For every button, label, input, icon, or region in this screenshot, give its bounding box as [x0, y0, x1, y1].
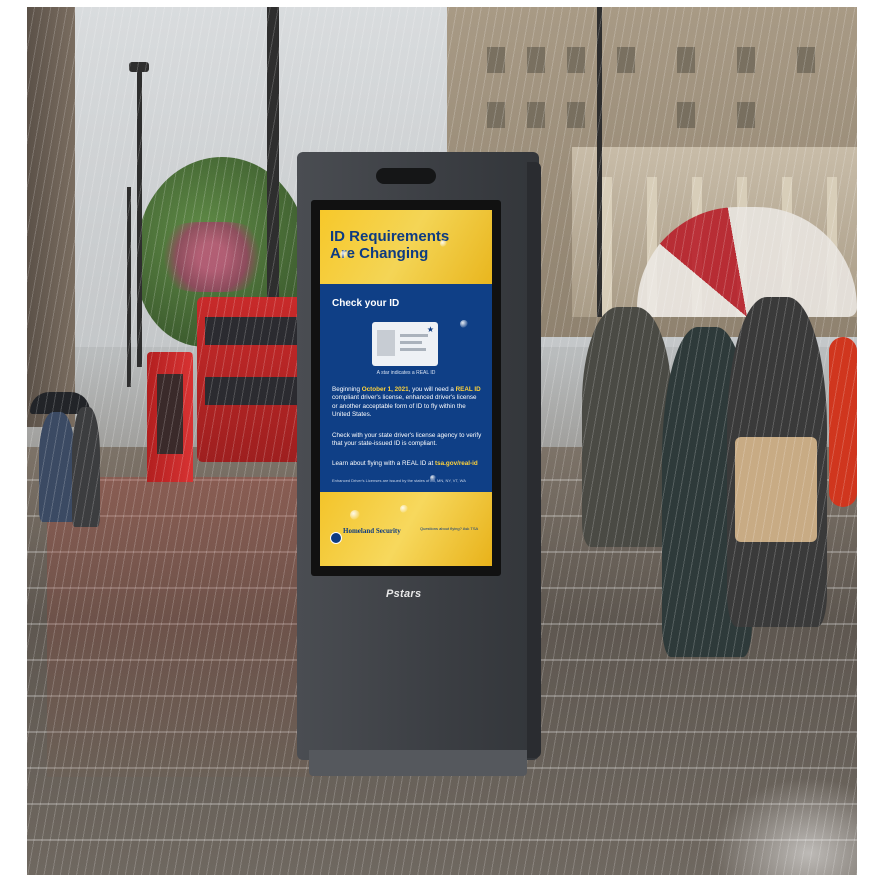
street-lamp [129, 62, 149, 72]
star-icon: ★ [426, 325, 434, 334]
water-splash [697, 765, 857, 875]
real-id-highlight: REAL ID [455, 386, 481, 393]
id-card-illustration: ★ [372, 322, 438, 366]
street-lamp-pole [597, 7, 602, 317]
pedestrian [39, 412, 75, 522]
screen-title: ID Requirements Are Changing [330, 228, 485, 262]
kiosk-brand-logo: Pstars [386, 588, 422, 600]
pedestrian [72, 407, 100, 527]
questions-text: Questions about flying? Ask TSA [420, 526, 479, 531]
water-droplet [460, 320, 468, 328]
paragraph-check-state: Check with your state driver's license a… [332, 432, 482, 448]
red-phone-box [147, 352, 193, 482]
water-droplet [440, 240, 447, 247]
pedestrian-red-coat [829, 337, 857, 507]
kiosk-base [309, 750, 527, 776]
card-caption: A star indicates a REAL ID [376, 370, 436, 376]
fine-print: Enhanced Driver's Licenses are issued by… [332, 478, 466, 483]
id-photo-placeholder [377, 330, 395, 356]
water-droplet [430, 475, 436, 481]
paragraph-requirement: Beginning October 1, 2021, you will need… [332, 386, 481, 418]
water-droplet [350, 510, 360, 520]
camera-slot [376, 168, 436, 184]
pedestrian [582, 307, 672, 547]
check-id-heading: Check your ID [332, 298, 400, 309]
tan-tote-bag [735, 437, 817, 542]
ornate-building-left [27, 7, 75, 427]
dhs-seal-icon [330, 532, 342, 544]
paragraph-learn-more: Learn about flying with a REAL ID at tsa… [332, 460, 478, 467]
water-droplet [340, 250, 349, 259]
dhs-wordmark: Homeland Security [343, 527, 401, 535]
deadline-date: October 1, 2021 [361, 386, 409, 393]
red-double-decker-bus [197, 297, 307, 462]
tsa-link[interactable]: tsa.gov/real-id [435, 460, 478, 467]
water-droplet [400, 505, 408, 513]
street-lamp-pole [137, 67, 142, 367]
street-lamp-pole [127, 187, 131, 387]
title-line-1: ID Requirements [330, 228, 450, 245]
kiosk-side-panel [527, 162, 541, 758]
kiosk-screen[interactable]: ID Requirements Are Changing Check your … [320, 210, 492, 566]
hanging-flowers [152, 222, 272, 292]
